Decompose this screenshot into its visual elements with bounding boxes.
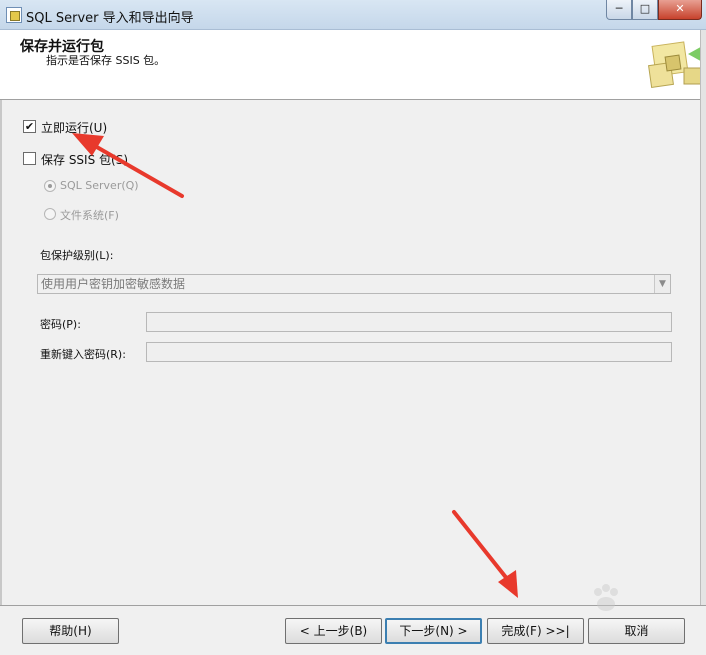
password-label: 密码(P):	[40, 318, 81, 331]
back-button[interactable]: < 上一步(B)	[285, 618, 382, 644]
help-button[interactable]: 帮助(H)	[22, 618, 119, 644]
maximize-button[interactable]: □	[632, 0, 658, 20]
chevron-down-icon[interactable]: ▼	[654, 275, 670, 293]
run-immediately-label[interactable]: 立即运行(U)	[41, 119, 107, 136]
sql-server-radio[interactable]	[44, 180, 56, 192]
window-right-frame	[700, 30, 706, 655]
cancel-button[interactable]: 取消	[588, 618, 685, 644]
retype-password-field[interactable]	[146, 342, 672, 362]
save-ssis-checkbox[interactable]	[23, 152, 36, 165]
file-system-radio[interactable]	[44, 208, 56, 220]
title-bar[interactable]: SQL Server 导入和导出向导 ─ □ ✕	[0, 0, 706, 30]
file-system-label[interactable]: 文件系统(F)	[60, 207, 119, 223]
app-icon	[6, 7, 22, 23]
window-title: SQL Server 导入和导出向导	[26, 11, 194, 26]
close-button[interactable]: ✕	[658, 0, 702, 20]
password-field[interactable]	[146, 312, 672, 332]
next-button[interactable]: 下一步(N) >	[385, 618, 482, 644]
baidu-watermark-logo	[594, 584, 618, 611]
retype-password-label: 重新键入密码(R):	[40, 348, 126, 361]
save-ssis-label[interactable]: 保存 SSIS 包(S)	[41, 151, 128, 168]
package-wizard-icon	[648, 41, 706, 88]
protection-level-label: 包保护级别(L):	[40, 249, 114, 262]
page-subtitle: 指示是否保存 SSIS 包。	[46, 54, 166, 67]
sql-server-label[interactable]: SQL Server(Q)	[60, 179, 139, 192]
finish-button[interactable]: 完成(F) >>|	[487, 618, 584, 644]
arrow-to-finish-button	[452, 510, 518, 598]
body-left-border	[0, 100, 2, 605]
wizard-header: 保存并运行包 指示是否保存 SSIS 包。	[0, 30, 706, 100]
protection-level-value: 使用用户密钥加密敏感数据	[41, 277, 186, 291]
protection-level-select[interactable]: 使用用户密钥加密敏感数据 ▼	[37, 274, 671, 294]
wizard-window: SQL Server 导入和导出向导 ─ □ ✕ 保存并运行包 指示是否保存 S…	[0, 0, 706, 655]
minimize-button[interactable]: ─	[606, 0, 632, 20]
run-immediately-checkbox[interactable]: ✔	[23, 120, 36, 133]
